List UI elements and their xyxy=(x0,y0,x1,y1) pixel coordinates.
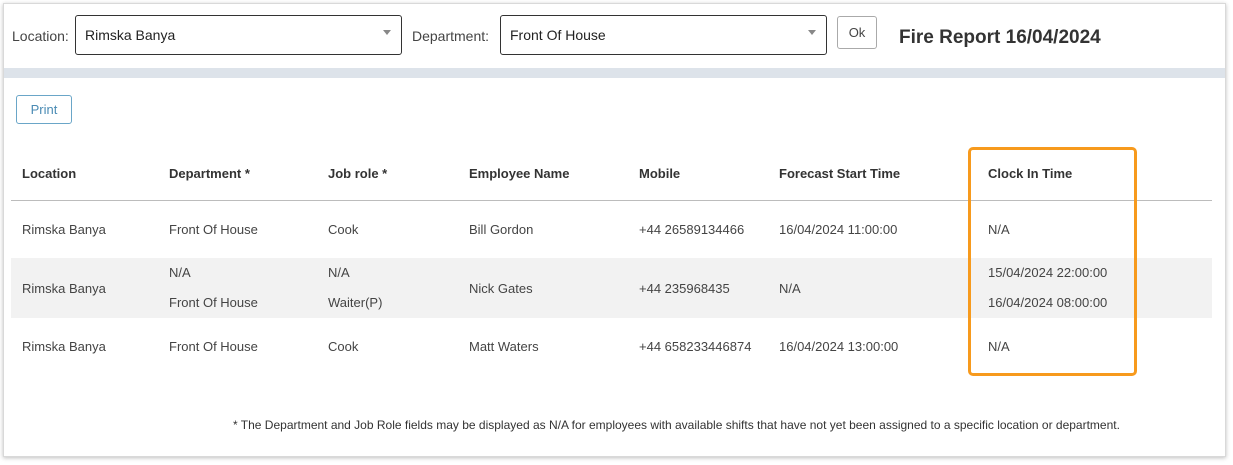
filter-toolbar: Location: Rimska Banya Department: Front… xyxy=(4,4,1225,68)
cell-employee-name: Bill Gordon xyxy=(469,222,534,237)
cell-employee-name: Nick Gates xyxy=(469,280,533,296)
table-row: Rimska Banya Front Of House Cook Matt Wa… xyxy=(11,318,1212,374)
report-panel: Location: Rimska Banya Department: Front… xyxy=(3,3,1226,457)
fire-report-table: Location Department * Job role * Employe… xyxy=(11,147,1212,374)
cell-clock-in-line: 16/04/2024 08:00:00 xyxy=(988,295,1108,310)
cell-location: Rimska Banya xyxy=(22,222,106,237)
location-select[interactable]: Rimska Banya xyxy=(75,15,402,55)
column-header-forecast-start-time: Forecast Start Time xyxy=(768,147,977,201)
cell-department: N/A Front Of House xyxy=(158,258,317,318)
table-row: Rimska Banya N/A Front Of House N/A Wait… xyxy=(11,258,1212,318)
cell-mobile: +44 235968435 xyxy=(639,280,730,296)
cell-location: Rimska Banya xyxy=(22,280,106,296)
column-header-mobile: Mobile xyxy=(628,147,768,201)
footnote: * The Department and Job Role fields may… xyxy=(233,418,1120,432)
table-header-row: Location Department * Job role * Employe… xyxy=(11,147,1212,201)
cell-department-line: Front Of House xyxy=(169,295,258,310)
column-header-location: Location xyxy=(11,147,158,201)
location-label: Location: xyxy=(12,28,69,44)
department-select-value: Front Of House xyxy=(510,27,606,43)
cell-job-role-line: N/A xyxy=(328,265,350,280)
report-title: Fire Report 16/04/2024 xyxy=(899,27,1101,48)
table-row: Rimska Banya Front Of House Cook Bill Go… xyxy=(11,201,1212,259)
ok-button[interactable]: Ok xyxy=(837,16,877,49)
cell-clock-in-line: 15/04/2024 22:00:00 xyxy=(988,265,1108,280)
cell-employee-name: Matt Waters xyxy=(469,338,539,354)
cell-department-line: N/A xyxy=(169,265,191,280)
header-divider-band xyxy=(4,68,1225,78)
column-header-job-role: Job role * xyxy=(317,147,458,201)
column-header-employee-name: Employee Name xyxy=(458,147,628,201)
column-header-department: Department * xyxy=(158,147,317,201)
cell-clock-in-time: N/A xyxy=(988,338,1010,354)
cell-department: Front Of House xyxy=(169,222,258,237)
cell-department: Front Of House xyxy=(169,338,258,354)
cell-job-role: N/A Waiter(P) xyxy=(317,258,458,318)
cell-location: Rimska Banya xyxy=(22,338,106,354)
chevron-down-icon xyxy=(383,30,391,35)
cell-forecast-start-time: N/A xyxy=(779,280,801,296)
column-header-clock-in-time: Clock In Time xyxy=(977,147,1212,201)
cell-job-role-line: Waiter(P) xyxy=(328,295,383,310)
cell-job-role: Cook xyxy=(328,222,359,237)
cell-clock-in-time: 15/04/2024 22:00:00 16/04/2024 08:00:00 xyxy=(977,258,1212,318)
cell-clock-in-time: N/A xyxy=(988,222,1010,237)
print-button[interactable]: Print xyxy=(16,95,72,124)
department-select[interactable]: Front Of House xyxy=(500,15,827,55)
department-label: Department: xyxy=(412,28,490,44)
cell-mobile: +44 26589134466 xyxy=(639,222,745,237)
cell-mobile: +44 658233446874 xyxy=(639,338,752,354)
chevron-down-icon xyxy=(808,30,816,35)
cell-job-role: Cook xyxy=(328,338,359,354)
cell-forecast-start-time: 16/04/2024 11:00:00 xyxy=(779,222,898,237)
cell-forecast-start-time: 16/04/2024 13:00:00 xyxy=(779,338,899,354)
location-select-value: Rimska Banya xyxy=(85,27,176,43)
